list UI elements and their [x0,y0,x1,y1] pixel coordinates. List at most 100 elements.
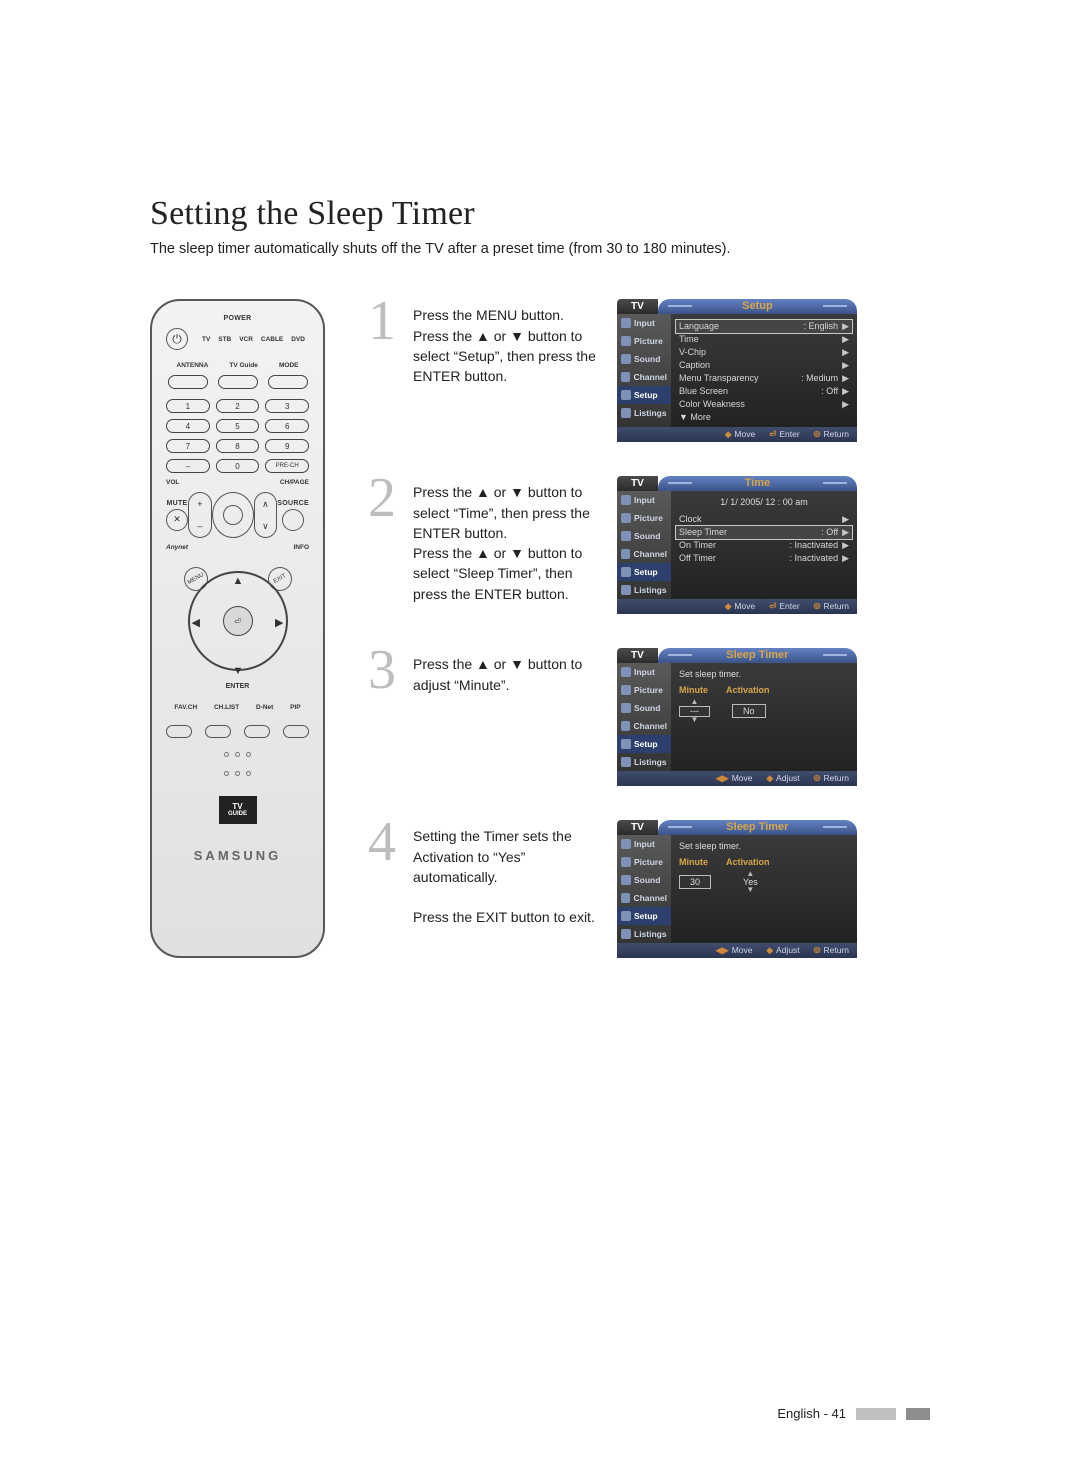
osd-panel: TVTime InputPictureSoundChannelSetupList… [617,476,857,614]
page-title: Setting the Sleep Timer [150,195,930,233]
osd-row: Language: English▶ [676,320,852,333]
step-number: 4 [365,820,399,958]
osd-row: Sleep Timer: Off▶ [676,526,852,539]
num-3: 3 [265,399,309,413]
osd-hint: ⦾Return [814,773,849,784]
dev-stb: STB [218,336,231,343]
num-6: 6 [265,419,309,433]
source-button [282,509,304,531]
vol-rocker: +– [188,492,212,538]
osd-main: Set sleep timer. MinuteActivation 30▲Yes… [671,835,857,943]
osd-title: Setup [658,299,857,314]
osd-side-sound: Sound [617,527,671,545]
num-1: 1 [166,399,210,413]
osd-side-channel: Channel [617,889,671,907]
osd-hint: ◆Move [725,429,755,440]
osd-side-menu: InputPictureSoundChannelSetupListings [617,314,671,427]
num-8: 8 [216,439,260,453]
osd-hint: ◆Adjust [767,945,800,956]
osd-hint: ⦾Return [814,429,849,440]
step-number: 2 [365,476,399,614]
mute-button: ✕ [166,509,188,531]
center-round [212,492,254,538]
lbl-antenna: ANTENNA [177,362,209,369]
osd-row: Menu Transparency: Medium▶ [679,372,849,385]
osd-side-input: Input [617,491,671,509]
osd-row: Off Timer: Inactivated▶ [679,552,849,565]
osd-side-input: Input [617,663,671,681]
enter-button: ⏎ [223,606,253,636]
dev-tv: TV [202,336,210,343]
osd-main: Language: English▶Time▶V-Chip▶Caption▶Me… [671,314,857,427]
lbl-chlist: CH.LIST [214,704,239,711]
osd-side-picture: Picture [617,681,671,699]
num-2: 2 [216,399,260,413]
step-text: Press the ▲ or ▼ button to adjust “Minut… [413,648,603,786]
osd-side-setup: Setup [617,563,671,581]
osd-row: Clock▶ [679,513,849,526]
osd-side-sound: Sound [617,699,671,717]
osd-hint: ◀▶Move [716,945,753,956]
osd-title: Sleep Timer [658,648,857,663]
osd-datetime: 1/ 1/ 2005/ 12 : 00 am [679,497,849,507]
osd-hint: ◆Adjust [767,773,800,784]
lbl-mute: MUTE [166,500,187,507]
osd-side-listings: Listings [617,581,671,599]
activation-value: No [732,704,766,718]
num-prech: PRE-CH [265,459,309,473]
num-4: 4 [166,419,210,433]
osd-side-picture: Picture [617,853,671,871]
lbl-source: SOURCE [277,500,309,507]
num-dash: – [166,459,210,473]
num-0: 0 [216,459,260,473]
footer-lang: English [777,1406,820,1421]
osd-side-input: Input [617,835,671,853]
osd-side-picture: Picture [617,509,671,527]
osd-row: Blue Screen: Off▶ [679,385,849,398]
osd-side-menu: InputPictureSoundChannelSetupListings [617,491,671,599]
osd-footer: ◀▶Move◆Adjust⦾Return [617,943,857,958]
osd-row: Caption▶ [679,359,849,372]
osd-side-sound: Sound [617,871,671,889]
osd-side-channel: Channel [617,368,671,386]
osd-hint: ⏎Enter [769,601,799,612]
page-footer: English - 41 [777,1406,930,1421]
step-text: Press the MENU button.Press the ▲ or ▼ b… [413,299,603,442]
right-arrow-icon: ▶ [275,616,283,629]
osd-side-setup: Setup [617,386,671,404]
dev-dvd: DVD [291,336,305,343]
osd-tv-tab: TV [617,648,658,663]
osd-row: On Timer: Inactivated▶ [679,539,849,552]
dpad: MENU EXIT ▲ ▼ ◀ ▶ ⏎ [178,561,298,681]
lbl-tvguide: TV Guide [229,362,258,369]
remote-control-illustration: POWER ⏻ TV STB VCR CABLE DVD ANTENNA TV … [150,299,325,958]
osd-side-channel: Channel [617,717,671,735]
num-5: 5 [216,419,260,433]
minute-value: 30 [679,875,711,889]
power-button: ⏻ [166,328,188,350]
osd-prompt: Set sleep timer. [679,841,849,851]
osd-panel: TVSetup InputPictureSoundChannelSetupLis… [617,299,857,442]
osd-side-channel: Channel [617,545,671,563]
osd-hint: ⦾Return [814,601,849,612]
osd-tv-tab: TV [617,299,658,314]
activation-label: Activation [726,857,770,867]
osd-side-menu: InputPictureSoundChannelSetupListings [617,663,671,771]
lbl-dnet: D-Net [256,704,273,711]
num-7: 7 [166,439,210,453]
osd-panel: TVSleep Timer InputPictureSoundChannelSe… [617,648,857,786]
step-1: 1 Press the MENU button.Press the ▲ or ▼… [365,299,930,442]
activation-label: Activation [726,685,770,695]
osd-main: Set sleep timer. MinuteActivation ▲---▼N… [671,663,857,771]
osd-hint: ◀▶Move [716,773,753,784]
minute-spinner: ▲---▼ [679,699,710,723]
osd-side-listings: Listings [617,753,671,771]
osd-title: Time [658,476,857,491]
minute-label: Minute [679,857,708,867]
step-text: Press the ▲ or ▼ button to select “Time”… [413,476,603,614]
osd-side-sound: Sound [617,350,671,368]
intro-text: The sleep timer automatically shuts off … [150,239,930,259]
lbl-anynet: Anynet [166,544,188,551]
dev-cable: CABLE [261,336,283,343]
osd-side-input: Input [617,314,671,332]
